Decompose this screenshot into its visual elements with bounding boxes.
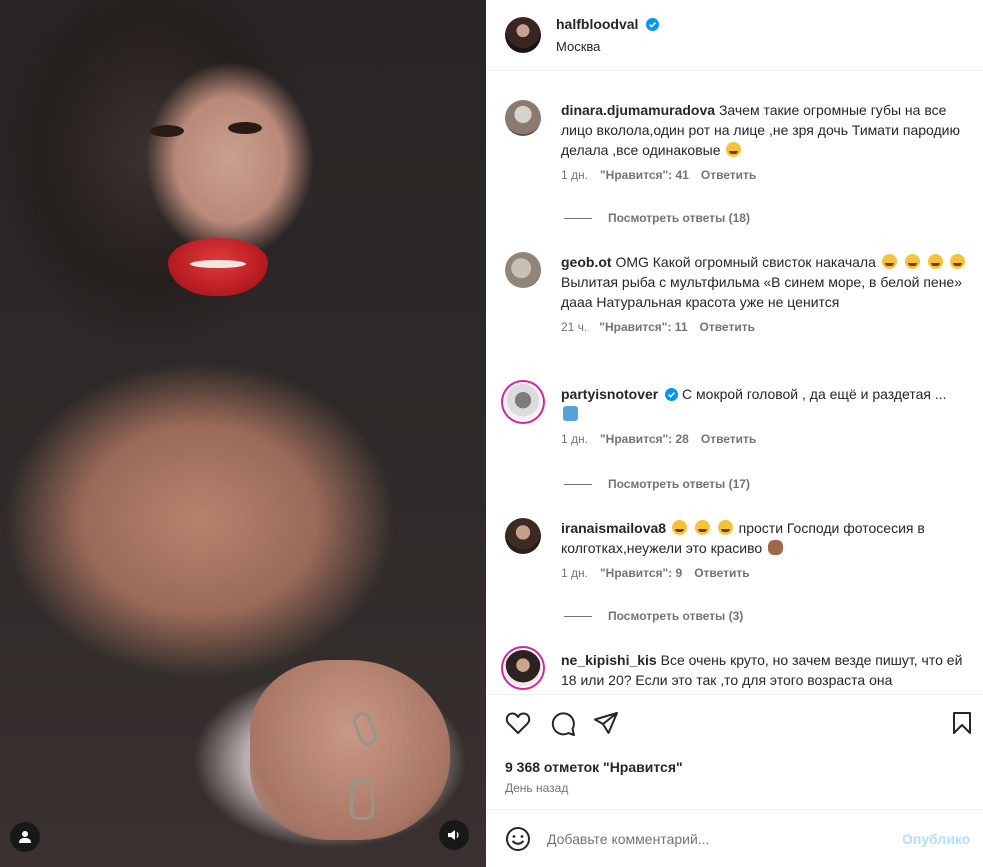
post-timestamp[interactable]: День назад [505, 781, 568, 795]
comment-likes[interactable]: "Нравится": 28 [600, 432, 689, 446]
emoji-icon[interactable] [505, 826, 531, 852]
post-comment-button[interactable]: Опублико [902, 831, 970, 847]
commenter-avatar[interactable] [505, 100, 541, 136]
comment-item: partyisnotover С мокрой головой , да ещё… [505, 384, 975, 446]
comment-item: ne_kipishi_kis Все очень круто, но зачем… [505, 650, 975, 690]
commenter-avatar[interactable] [505, 650, 541, 686]
post-header: halfbloodval Москва [486, 0, 983, 71]
divider [564, 615, 592, 617]
user-tag-button[interactable] [10, 822, 40, 852]
rofl-emoji-icon [950, 254, 966, 269]
comment-item: geob.ot OMG Какой огромный свисток накач… [505, 252, 975, 334]
commenter-username[interactable]: geob.ot [561, 254, 612, 270]
rofl-emoji-icon [904, 254, 920, 269]
view-replies-label: Посмотреть ответы (18) [608, 211, 750, 225]
likes-count[interactable]: 9 368 отметок "Нравится" [505, 759, 683, 775]
verified-badge-icon [645, 18, 659, 31]
post-location[interactable]: Москва [556, 39, 659, 54]
rofl-emoji-icon [881, 254, 897, 269]
comment-item: dinara.djumamuradova Зачем такие огромны… [505, 100, 975, 182]
comment-text-line2: Вылитая рыба с мультфильма «В синем море… [561, 274, 963, 290]
comment-likes[interactable]: "Нравится": 9 [600, 566, 682, 580]
commenter-username[interactable]: partyisnotover [561, 386, 658, 402]
media-eye-left [150, 125, 184, 137]
post-footer: 9 368 отметок "Нравится" День назад Опуб… [486, 694, 983, 867]
commenter-avatar[interactable] [505, 518, 541, 554]
comment-likes[interactable]: "Нравится": 41 [600, 168, 689, 182]
commenter-avatar[interactable] [505, 252, 541, 288]
facepalm-emoji-icon [768, 540, 784, 555]
comment-item: iranaismailova8 прости Господи фотосесия… [505, 518, 975, 580]
person-shrugging-emoji-icon [563, 406, 578, 421]
bookmark-icon[interactable] [951, 711, 973, 735]
comment-time[interactable]: 1 дн. [561, 168, 588, 182]
verified-badge-icon [665, 388, 679, 401]
view-replies-label: Посмотреть ответы (3) [608, 609, 744, 623]
comment-text: С мокрой головой , да ещё и раздетая ... [682, 386, 947, 402]
author-username[interactable]: halfbloodval [556, 16, 638, 32]
media-lips [168, 238, 268, 296]
view-replies-button[interactable]: Посмотреть ответы (17) [564, 477, 750, 491]
post-actions [505, 709, 975, 739]
sound-icon [448, 830, 459, 840]
view-replies-button[interactable]: Посмотреть ответы (3) [564, 609, 743, 623]
share-icon[interactable] [593, 711, 619, 735]
divider [564, 217, 592, 219]
comment-icon[interactable] [550, 711, 576, 737]
post-side-panel: halfbloodval Москва dinara.djumamuradova… [486, 0, 983, 867]
comment-time[interactable]: 1 дн. [561, 566, 588, 580]
rofl-emoji-icon [694, 520, 710, 535]
comment-time[interactable]: 1 дн. [561, 432, 588, 446]
commenter-username[interactable]: ne_kipishi_kis [561, 652, 657, 668]
media-ring [350, 780, 374, 820]
comment-text: OMG Какой огромный свисток накачала [615, 254, 876, 270]
rofl-emoji-icon [717, 520, 733, 535]
laughing-crying-emoji-icon [726, 142, 742, 157]
view-replies-label: Посмотреть ответы (17) [608, 477, 750, 491]
comment-time[interactable]: 21 ч. [561, 320, 587, 334]
heart-icon[interactable] [505, 711, 531, 735]
commenter-avatar[interactable] [505, 384, 541, 420]
comment-input[interactable] [547, 831, 877, 847]
post-media[interactable] [0, 0, 486, 867]
sound-button[interactable] [439, 820, 469, 850]
comments-list[interactable]: dinara.djumamuradova Зачем такие огромны… [486, 72, 983, 694]
view-replies-button[interactable]: Посмотреть ответы (18) [564, 211, 750, 225]
media-eye-right [228, 122, 262, 134]
commenter-username[interactable]: dinara.djumamuradova [561, 102, 715, 118]
add-comment-bar: Опублико [486, 809, 983, 867]
user-tag-icon [19, 831, 31, 843]
reply-button[interactable]: Ответить [701, 168, 756, 182]
commenter-username[interactable]: iranaismailova8 [561, 520, 666, 536]
author-avatar[interactable] [505, 17, 541, 53]
reply-button[interactable]: Ответить [694, 566, 749, 580]
divider [564, 483, 592, 485]
comment-likes[interactable]: "Нравится": 11 [599, 320, 687, 334]
reply-button[interactable]: Ответить [701, 432, 756, 446]
comment-text-line3: дааа Натуральная красота уже не ценится [561, 294, 840, 310]
rofl-emoji-icon [927, 254, 943, 269]
reply-button[interactable]: Ответить [700, 320, 755, 334]
rofl-emoji-icon [671, 520, 687, 535]
